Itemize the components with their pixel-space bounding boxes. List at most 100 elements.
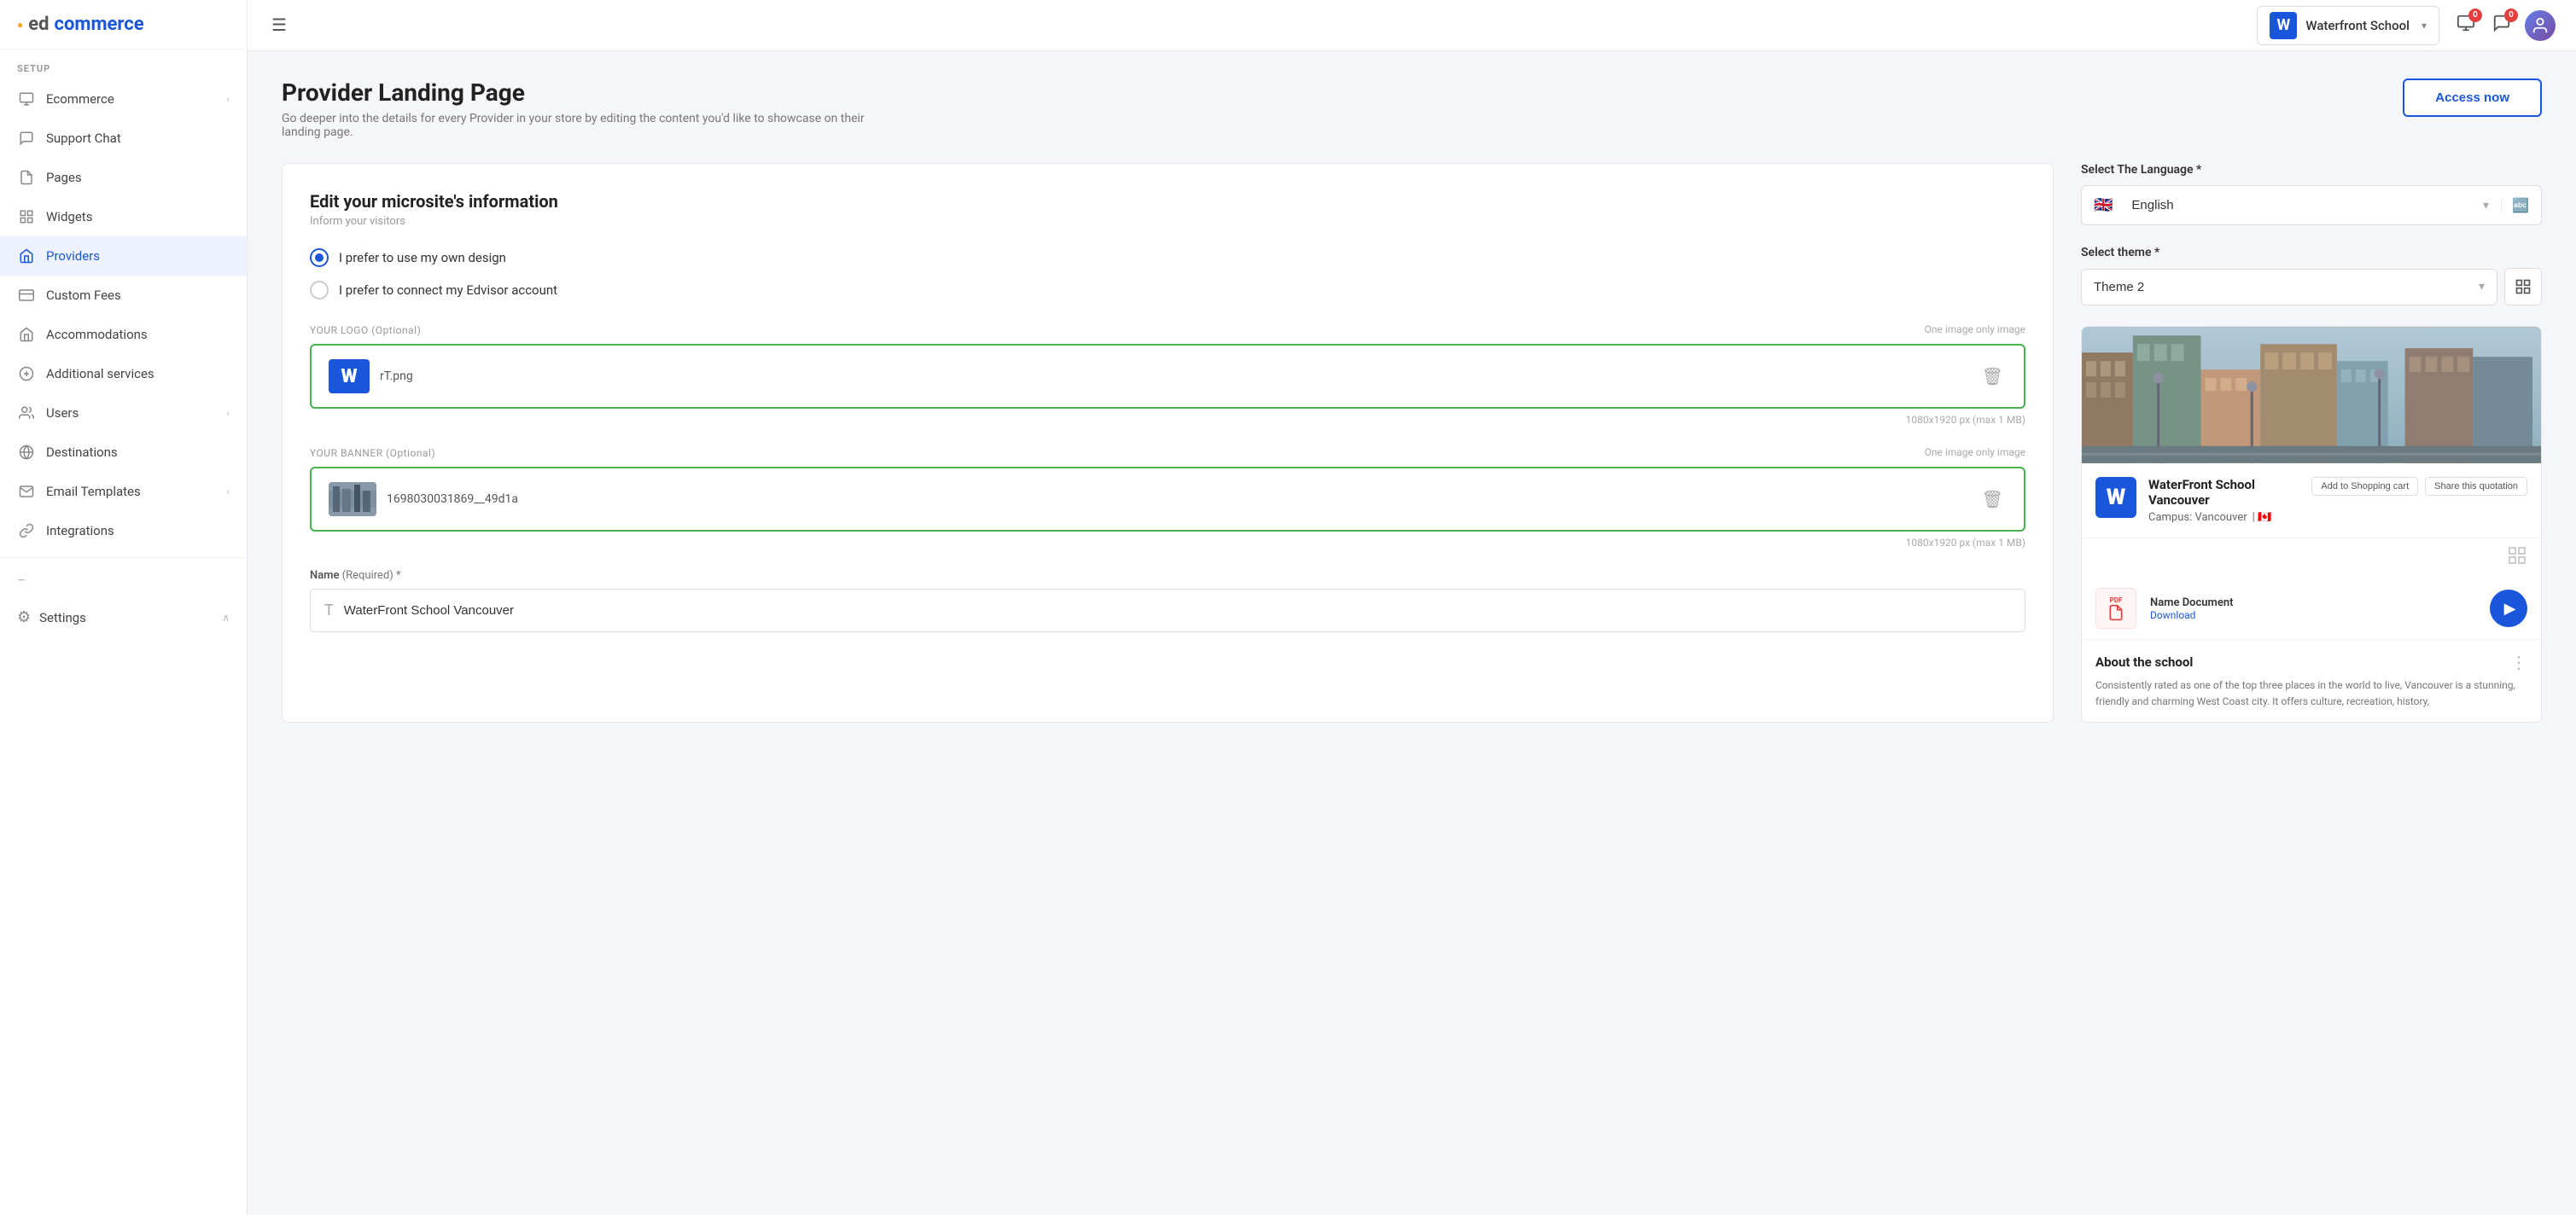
sidebar-item-integrations[interactable]: Integrations	[0, 511, 247, 550]
sidebar-item-custom-fees[interactable]: Custom Fees	[0, 276, 247, 315]
banner-size-hint: 1080x1920 px (max 1 MB)	[310, 537, 2025, 549]
users-label: Users	[46, 405, 216, 421]
ecommerce-icon	[17, 90, 36, 108]
theme-row: Theme 2 ▾	[2081, 268, 2542, 305]
sidebar-minus-icon: −	[0, 565, 247, 596]
sidebar-settings[interactable]: ⚙ Settings ∧	[0, 596, 247, 638]
logo-commerce: commerce	[55, 14, 144, 35]
custom-fees-icon	[17, 286, 36, 305]
sidebar: ● edcommerce SETUP Ecommerce › Support C…	[0, 0, 248, 1215]
share-quotation-button[interactable]: Share this quotation	[2425, 477, 2527, 496]
logo-upload-hint: One image only image	[1925, 323, 2025, 335]
sidebar-item-email-templates[interactable]: Email Templates ›	[0, 472, 247, 511]
school-dropdown-icon: ▾	[2422, 20, 2427, 32]
notifications-button[interactable]: 0	[2453, 10, 2479, 41]
users-chevron-icon: ›	[226, 407, 230, 419]
school-name: Waterfront School	[2305, 18, 2410, 33]
grid-layout-icon[interactable]	[2507, 545, 2527, 571]
name-input-icon: T	[324, 602, 334, 619]
logo-upload-box[interactable]: W rT.png 🗑	[310, 344, 2025, 409]
preview-banner	[2082, 327, 2541, 463]
edit-section-subtitle: Inform your visitors	[310, 215, 2025, 228]
preview-school-details: WaterFront School Vancouver Campus: Vanc…	[2148, 477, 2299, 524]
integrations-icon	[17, 521, 36, 540]
accommodations-icon	[17, 325, 36, 344]
chat-badge: 0	[2504, 9, 2518, 22]
support-chat-icon	[17, 129, 36, 148]
sidebar-item-accommodations[interactable]: Accommodations	[0, 315, 247, 354]
right-panel: Select The Language * 🇬🇧 English ▾ 🔤	[2081, 163, 2542, 723]
flag-ca-icon: | 🇨🇦	[2253, 511, 2272, 524]
banner-upload-section: YOUR BANNER (Optional) One image only im…	[310, 446, 2025, 549]
name-input[interactable]	[344, 603, 2011, 618]
chat-button[interactable]: 0	[2489, 10, 2515, 41]
preview-school-campus: Campus: Vancouver | 🇨🇦	[2148, 511, 2299, 524]
logo-thumb: W	[329, 359, 370, 393]
sidebar-item-providers[interactable]: Providers	[0, 236, 247, 276]
logo-upload-section: YOUR LOGO (Optional) One image only imag…	[310, 323, 2025, 426]
ecommerce-chevron-icon: ›	[226, 93, 230, 105]
providers-label: Providers	[46, 248, 230, 264]
preview-card: W WaterFront School Vancouver Campus: Va…	[2081, 326, 2542, 723]
radio-own-design[interactable]: I prefer to use my own design	[310, 248, 2025, 267]
radio-edvisor-label: I prefer to connect my Edvisor account	[339, 282, 557, 298]
email-templates-icon	[17, 482, 36, 501]
doc-download-link[interactable]: Download	[2150, 609, 2476, 621]
language-select[interactable]: English	[2124, 188, 2471, 223]
banner-thumb	[329, 482, 376, 516]
sidebar-item-destinations[interactable]: Destinations	[0, 433, 247, 472]
banner-delete-button[interactable]: 🗑	[1979, 485, 2007, 514]
logo-delete-button[interactable]: 🗑	[1979, 363, 2007, 391]
about-menu-icon[interactable]: ⋮	[2510, 652, 2527, 672]
ecommerce-label: Ecommerce	[46, 91, 216, 107]
language-label: Select The Language *	[2081, 163, 2542, 177]
hamburger-button[interactable]: ☰	[268, 11, 290, 39]
radio-edvisor[interactable]: I prefer to connect my Edvisor account	[310, 281, 2025, 299]
sidebar-item-users[interactable]: Users ›	[0, 393, 247, 433]
layout-icon-button[interactable]	[2504, 268, 2542, 305]
sidebar-item-widgets[interactable]: Widgets	[0, 197, 247, 236]
theme-form-group: Select theme * Theme 2 ▾	[2081, 246, 2542, 305]
users-icon	[17, 404, 36, 422]
school-avatar: W	[2270, 12, 2297, 39]
pages-label: Pages	[46, 170, 230, 185]
sidebar-logo: ● edcommerce	[0, 0, 247, 49]
add-to-cart-button[interactable]: Add to Shopping cart	[2311, 477, 2418, 496]
pages-icon	[17, 168, 36, 187]
page-subtitle: Go deeper into the details for every Pro…	[282, 112, 879, 139]
widgets-icon	[17, 207, 36, 226]
logo-ed: ed	[28, 14, 49, 35]
content-area: Provider Landing Page Go deeper into the…	[248, 51, 2576, 1215]
sidebar-item-pages[interactable]: Pages	[0, 158, 247, 197]
sidebar-item-additional-services[interactable]: Additional services	[0, 354, 247, 393]
destinations-icon	[17, 443, 36, 462]
page-header: Provider Landing Page Go deeper into the…	[282, 78, 2542, 139]
settings-icon: ⚙	[17, 608, 31, 626]
theme-select-wrapper: Theme 2 ▾	[2081, 269, 2497, 305]
preview-doc-section: PDF Name Document Download ▶	[2082, 578, 2541, 640]
banner-filename: 1698030031869__49d1a	[387, 492, 1968, 506]
user-avatar[interactable]	[2525, 10, 2556, 41]
preview-school-logo: W	[2095, 477, 2136, 518]
email-templates-label: Email Templates	[46, 484, 216, 499]
providers-icon	[17, 247, 36, 265]
play-button[interactable]: ▶	[2490, 590, 2527, 627]
sidebar-item-ecommerce[interactable]: Ecommerce ›	[0, 79, 247, 119]
radio-edvisor-circle	[310, 281, 329, 299]
banner-upload-box[interactable]: 1698030031869__49d1a 🗑	[310, 467, 2025, 532]
preview-school-info: W WaterFront School Vancouver Campus: Va…	[2082, 463, 2541, 538]
about-header: About the school ⋮	[2095, 652, 2527, 672]
school-selector[interactable]: W Waterfront School ▾	[2257, 6, 2439, 45]
name-input-box: T	[310, 589, 2025, 632]
page-title: Provider Landing Page	[282, 78, 879, 107]
access-now-button[interactable]: Access now	[2403, 78, 2542, 117]
banner-upload-hint: One image only image	[1925, 446, 2025, 458]
language-flag-icon: 🇬🇧	[2082, 186, 2124, 224]
sidebar-item-support-chat[interactable]: Support Chat	[0, 119, 247, 158]
about-title: About the school	[2095, 654, 2193, 670]
doc-name: Name Document	[2150, 596, 2476, 609]
theme-select[interactable]: Theme 2	[2082, 270, 2467, 305]
pdf-icon: PDF	[2095, 588, 2136, 629]
left-panel: Edit your microsite's information Inform…	[282, 163, 2054, 723]
logo-size-hint: 1080x1920 px (max 1 MB)	[310, 414, 2025, 426]
